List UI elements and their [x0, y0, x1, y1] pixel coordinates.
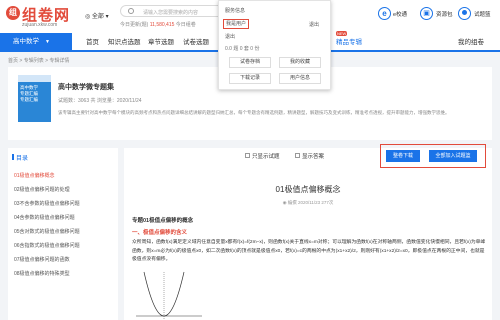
nav-item-premium-label: 精品专辑	[336, 39, 362, 46]
nav-item-chapter[interactable]: 章节选题	[148, 36, 174, 46]
book-cover: 高中数学 专题汇编 专题汇编	[18, 82, 51, 122]
region-selector[interactable]: ◎ 全部 ▾	[85, 11, 109, 20]
toc-item[interactable]: 07极值点偏移问题的函数	[14, 256, 70, 263]
e-school-link[interactable]: e校通	[393, 10, 407, 18]
nav-item-paper[interactable]: 试卷选题	[183, 36, 209, 46]
search-placeholder: 请输入您需要搜索的内容	[143, 10, 199, 16]
dropdown-login-state: 退出	[225, 34, 236, 40]
only-show-label: 只显示试题	[252, 154, 280, 160]
only-show-checkbox[interactable]	[245, 153, 250, 158]
resource-bag-icon[interactable]: ▣	[420, 7, 433, 20]
nav-item-knowledge[interactable]: 知识点选题	[108, 36, 141, 46]
breadcrumb[interactable]: 首页 > 专辑列表 > 专辑详情	[8, 57, 69, 64]
album-meta: 试题数：3063 共 浏览量：2020/11/24	[58, 98, 142, 104]
toc-item[interactable]: 06含指数式的极值点偏移问题	[14, 242, 80, 249]
content-panel: 只显示试题 显示答案 整卷下载 全部加入试题篮 01极值点偏移概念 ◉ 编撰 2…	[124, 144, 492, 320]
section-heading: 专题01极值点偏移的概念	[132, 218, 194, 224]
book-cover-top	[18, 75, 51, 82]
download-history-button[interactable]: 下载记录	[229, 73, 271, 84]
resource-bag-link[interactable]: 资源包	[436, 10, 453, 18]
document-body: 众所周知，函数f(x)满足定义域内任意自变量x都有f(x)=f(2m−x)，则函…	[132, 240, 486, 262]
site-logo[interactable]: 组 组卷网 zujuan.xkw.com	[6, 2, 76, 30]
user-info-button[interactable]: 用户信息	[279, 73, 321, 84]
my-favorites-button[interactable]: 我的收藏	[279, 57, 321, 68]
show-answer-label: 显示答案	[302, 154, 325, 160]
subject-label: 高中数学	[13, 38, 39, 45]
search-input[interactable]: 请输入您需要搜索的内容	[120, 5, 230, 17]
dropdown-service: 服务信息	[225, 8, 246, 14]
toc-panel: 目录 01极值点偏移概念 02极值点偏移问题的处理 03不含参数的极值点偏移问题…	[8, 148, 118, 320]
toc-item[interactable]: 03不含参数的极值点偏移问题	[14, 200, 80, 207]
download-paper-button[interactable]: 整卷下载	[386, 150, 420, 162]
dropdown-user-id[interactable]: 我是用户	[223, 19, 249, 29]
nav-item-my-papers[interactable]: 我的组卷	[458, 36, 484, 46]
user-icon[interactable]	[458, 7, 471, 20]
document-meta: ◉ 编撰 2020/11/23 277次	[282, 200, 334, 205]
add-all-to-basket-button[interactable]: 全部加入试题篮	[429, 150, 477, 162]
album-title: 高中数学微专题集	[58, 84, 114, 91]
dropdown-counts: 0.0 题 0 套 0 份	[225, 46, 260, 52]
nav-item-home[interactable]: 首页	[86, 36, 99, 46]
update-stats: 今日更新(题) 11,580,415 今日组卷	[120, 21, 196, 28]
toc-item[interactable]: 04含参数的极值点偏移问题	[14, 214, 75, 221]
subject-selector[interactable]: 高中数学 ▼	[0, 33, 72, 50]
stats-prefix: 今日更新(题)	[120, 22, 149, 28]
nav-item-premium[interactable]: NEW 精品专辑	[336, 31, 362, 46]
logo-icon: 组	[6, 6, 20, 20]
search-icon[interactable]	[128, 8, 134, 14]
question-basket-link[interactable]: 试题篮	[474, 10, 491, 18]
new-badge: NEW	[336, 31, 348, 36]
toc-item[interactable]: 01极值点偏移概念	[14, 172, 55, 179]
function-graph	[136, 271, 202, 320]
logo-url: zujuan.xkw.com	[22, 22, 58, 28]
album-description: 该专辑高主要针对高中数学每个模块的高频考点和热点问题详细总结讲解的题型归纳汇总，…	[58, 110, 450, 115]
chevron-down-icon: ▼	[45, 39, 50, 45]
document-title: 01极值点偏移概念	[275, 185, 341, 194]
toc-item[interactable]: 08极值点偏移的特殊类型	[14, 270, 70, 277]
stats-suffix: 今日组卷	[175, 22, 196, 28]
user-dropdown: 服务信息 我是用户 退出 退出 0.0 题 0 套 0 份 试卷存档 我的收藏 …	[218, 0, 331, 90]
logout-link[interactable]: 退出	[309, 21, 319, 28]
toc-item[interactable]: 05含对数式的极值点偏移问题	[14, 228, 80, 235]
paper-archive-button[interactable]: 试卷存档	[229, 57, 271, 68]
toc-item[interactable]: 02极值点偏移问题的处理	[14, 186, 70, 193]
region-label: 全部	[91, 14, 104, 20]
e-school-icon[interactable]: e	[378, 7, 391, 20]
book-line-3: 专题汇编	[20, 97, 38, 102]
toc-title: 目录	[11, 153, 28, 162]
stats-count: 11,580,415	[149, 22, 175, 28]
show-answer-checkbox[interactable]	[295, 153, 300, 158]
subsection-heading: 一、极值点偏移的含义	[132, 230, 188, 236]
